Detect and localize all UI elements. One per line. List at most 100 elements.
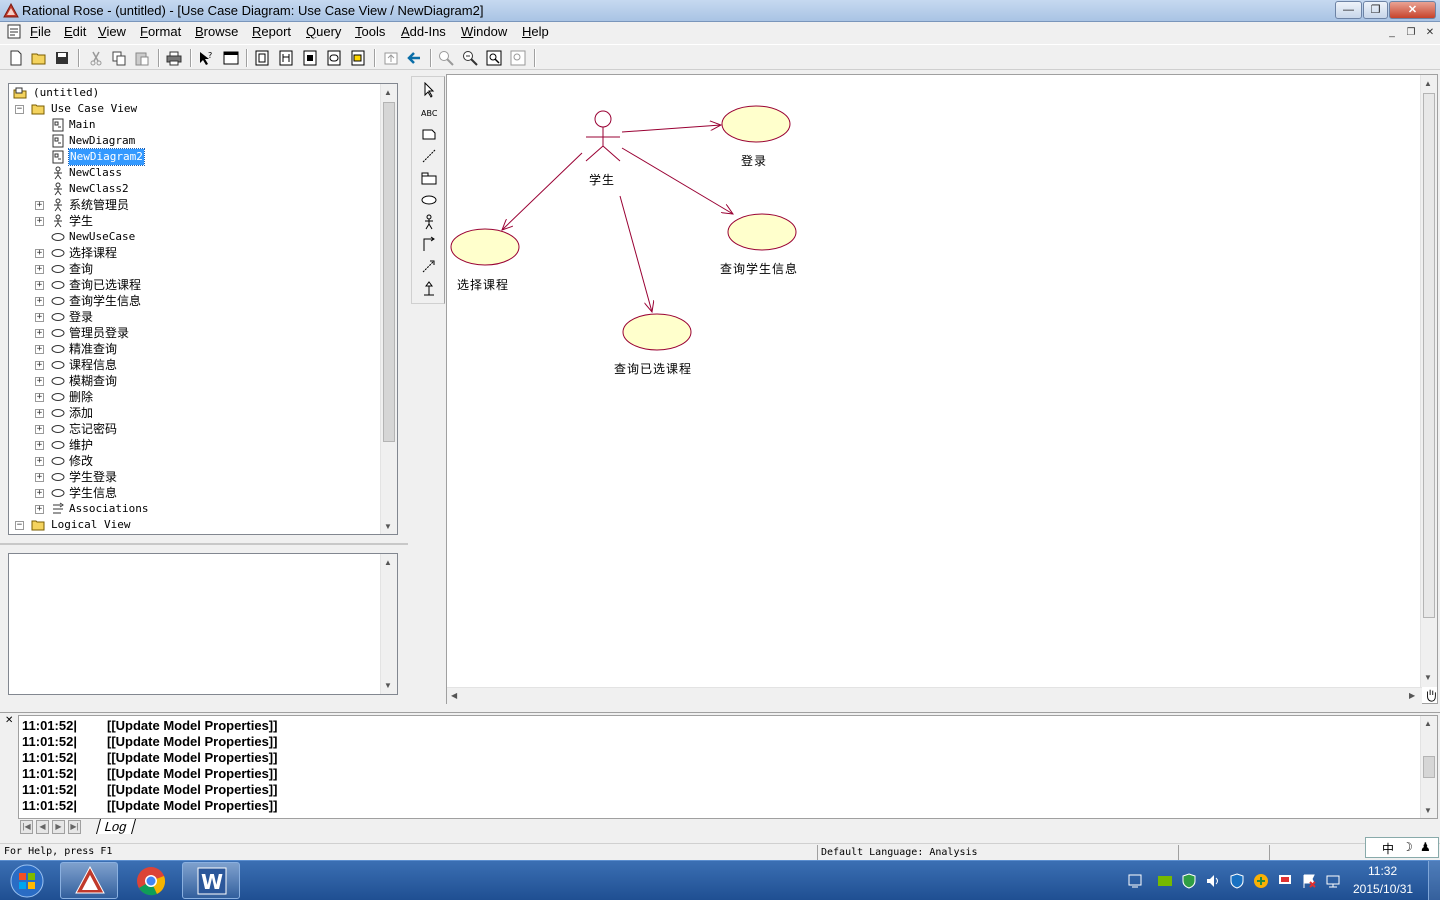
browse-interaction-diagram-icon[interactable] <box>278 50 294 66</box>
prev-tab-icon[interactable]: ◀ <box>36 820 49 834</box>
documentation-panel[interactable]: ▲ ▼ <box>8 553 398 695</box>
ime-mode[interactable]: 中 <box>1382 840 1394 857</box>
expand-icon[interactable]: + <box>35 489 44 498</box>
expand-icon[interactable]: + <box>35 329 44 338</box>
ime-language-bar[interactable]: 中 ☽ ♟ <box>1365 837 1439 858</box>
menu-help[interactable]: Help <box>522 24 549 39</box>
usecase-query-selected-course-label[interactable]: 查询已选课程 <box>614 360 692 377</box>
menu-format[interactable]: Format <box>140 24 181 39</box>
hand-scroll-icon[interactable] <box>1424 688 1438 702</box>
last-tab-icon[interactable]: ▶| <box>68 820 81 834</box>
zoom-in-icon[interactable] <box>438 50 454 66</box>
mdi-minimize-button[interactable]: _ <box>1384 25 1400 39</box>
scroll-down-icon[interactable]: ▼ <box>384 681 392 690</box>
cut-icon[interactable] <box>88 50 104 66</box>
diagram-horizontal-scrollbar[interactable]: ◀ ▶ <box>447 687 1422 704</box>
use-case-tool-icon[interactable] <box>421 192 437 208</box>
next-tab-icon[interactable]: ▶ <box>52 820 65 834</box>
actor-student-figure[interactable] <box>585 110 621 162</box>
document-icon[interactable] <box>6 24 22 39</box>
scroll-thumb[interactable] <box>383 102 395 442</box>
fit-in-window-icon[interactable] <box>486 50 502 66</box>
association-query-student-info[interactable] <box>621 147 733 214</box>
expand-icon[interactable]: + <box>35 281 44 290</box>
first-tab-icon[interactable]: |◀ <box>20 820 33 834</box>
usecase-login-label[interactable]: 登录 <box>741 152 767 169</box>
expand-icon[interactable]: + <box>35 505 44 514</box>
tray-flag-icon[interactable] <box>1301 873 1317 889</box>
mdi-close-button[interactable]: ✕ <box>1422 25 1438 39</box>
browse-state-diagram-icon[interactable] <box>326 50 342 66</box>
expand-icon[interactable]: + <box>35 217 44 226</box>
dependency-tool-icon[interactable] <box>421 258 437 274</box>
clock-date[interactable]: 2015/10/31 <box>1353 882 1413 896</box>
expand-icon[interactable]: + <box>35 393 44 402</box>
tray-security-icon[interactable] <box>1181 873 1197 889</box>
scroll-right-icon[interactable]: ▶ <box>1409 691 1415 700</box>
scroll-up-icon[interactable]: ▲ <box>384 88 392 97</box>
mdi-restore-button[interactable]: ❐ <box>1403 25 1419 39</box>
expand-icon[interactable]: + <box>35 249 44 258</box>
text-box-tool-icon[interactable]: ABC <box>421 104 437 120</box>
selection-tool-icon[interactable] <box>421 82 437 98</box>
expand-icon[interactable]: + <box>35 345 44 354</box>
menu-file[interactable]: File <box>30 24 51 39</box>
expand-icon[interactable]: + <box>35 441 44 450</box>
scroll-thumb[interactable] <box>1423 93 1435 618</box>
scroll-left-icon[interactable]: ◀ <box>451 691 457 700</box>
expand-icon[interactable]: + <box>35 457 44 466</box>
actor-tool-icon[interactable] <box>421 214 437 230</box>
expand-icon[interactable]: + <box>35 361 44 370</box>
scroll-thumb[interactable] <box>1423 756 1435 778</box>
scroll-down-icon[interactable]: ▼ <box>384 522 392 531</box>
menu-report[interactable]: Report <box>252 24 291 39</box>
copy-icon[interactable] <box>111 50 127 66</box>
show-desktop-button[interactable] <box>1428 861 1440 900</box>
documentation-scrollbar[interactable]: ▲ ▼ <box>380 554 397 694</box>
print-icon[interactable] <box>166 50 182 66</box>
zoom-out-icon[interactable] <box>462 50 478 66</box>
save-icon[interactable] <box>54 50 70 66</box>
menu-query[interactable]: Query <box>306 24 341 39</box>
package-tool-icon[interactable] <box>421 170 437 186</box>
maximize-button[interactable]: ❐ <box>1363 1 1388 19</box>
expand-icon[interactable]: + <box>35 409 44 418</box>
browse-parent-icon[interactable] <box>383 50 399 66</box>
taskbar-rational-rose[interactable] <box>60 862 118 899</box>
tray-action-center-icon[interactable] <box>1127 873 1143 889</box>
association-login[interactable] <box>621 125 721 133</box>
scroll-up-icon[interactable]: ▲ <box>1424 79 1432 88</box>
use-case-diagram-canvas[interactable]: 学生 登录 选择课程 查询学生信息 查询已选课程 ▲ ▼ ◀ ▶ <box>446 74 1438 704</box>
minimize-button[interactable]: — <box>1335 1 1362 19</box>
taskbar-word[interactable]: W <box>182 862 240 899</box>
browse-component-diagram-icon[interactable] <box>302 50 318 66</box>
ime-user-icon[interactable]: ♟ <box>1420 840 1431 854</box>
scroll-up-icon[interactable]: ▲ <box>384 558 392 567</box>
browser-scrollbar[interactable]: ▲ ▼ <box>380 84 397 534</box>
usecase-query-student-info-label[interactable]: 查询学生信息 <box>720 260 798 277</box>
scroll-up-icon[interactable]: ▲ <box>1424 719 1432 728</box>
menu-view[interactable]: View <box>98 24 126 39</box>
browse-class-diagram-icon[interactable] <box>254 50 270 66</box>
expand-icon[interactable]: + <box>35 297 44 306</box>
browser-splitter[interactable] <box>0 543 408 547</box>
clock-time[interactable]: 11:32 <box>1368 864 1397 878</box>
association-select-course[interactable] <box>502 152 583 230</box>
usecase-select-course-label[interactable]: 选择课程 <box>457 276 509 293</box>
actor-student-label[interactable]: 学生 <box>589 171 615 188</box>
note-tool-icon[interactable] <box>421 126 437 142</box>
new-icon[interactable] <box>8 50 24 66</box>
log-tab[interactable]: Log <box>95 819 136 834</box>
browse-previous-diagram-icon[interactable] <box>406 50 422 66</box>
anchor-note-tool-icon[interactable] <box>421 148 437 164</box>
tray-nvidia-icon[interactable] <box>1157 873 1173 889</box>
view-documentation-icon[interactable] <box>223 50 239 66</box>
expand-icon[interactable]: + <box>35 201 44 210</box>
usecase-query-selected-course-ellipse[interactable] <box>622 313 692 351</box>
log-output[interactable]: 11:01:52| [[Update Model Properties]] 11:… <box>18 715 1438 819</box>
expand-icon[interactable]: + <box>35 473 44 482</box>
undo-fit-in-window-icon[interactable] <box>510 50 526 66</box>
usecase-select-course-ellipse[interactable] <box>450 228 520 266</box>
start-button-icon[interactable] <box>4 863 50 899</box>
expand-icon[interactable]: + <box>35 377 44 386</box>
